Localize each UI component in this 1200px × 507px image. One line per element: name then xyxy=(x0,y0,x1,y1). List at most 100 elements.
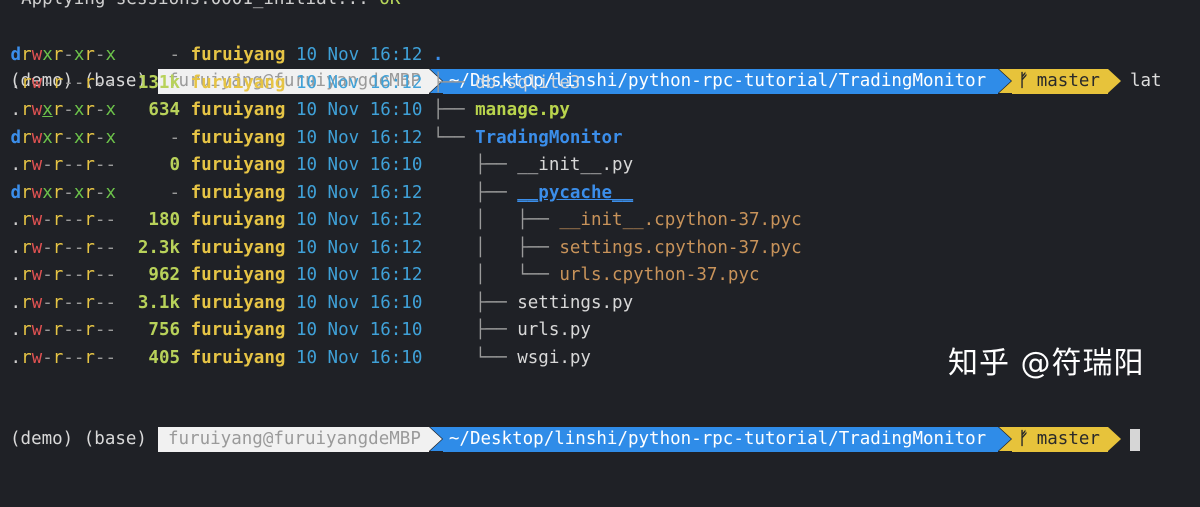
permissions: .rw-r--r-- xyxy=(10,265,117,285)
file-owner: furuiyang xyxy=(190,127,286,148)
modified-date: 10 Nov 16:12 xyxy=(295,72,423,93)
row-indent xyxy=(0,210,11,230)
listing-row: .rw-r--r-- 2.3k furuiyang 10 Nov 16:12 │ … xyxy=(0,235,1200,262)
permissions: .rwxr-xr-x xyxy=(10,100,117,120)
directory-name: TradingMonitor xyxy=(475,127,623,148)
row-indent xyxy=(0,348,11,368)
ok-status: OK xyxy=(379,0,400,9)
file-size: 634 xyxy=(148,100,181,120)
modified-date: 10 Nov 16:12 xyxy=(295,127,423,148)
modified-date: 10 Nov 16:12 xyxy=(295,237,423,258)
permissions: .rw-r--r-- xyxy=(10,155,117,175)
permissions: drwxr-xr-x xyxy=(10,127,117,148)
modified-date: 10 Nov 16:12 xyxy=(295,45,423,65)
permissions: .rw-r--r-- xyxy=(10,210,117,230)
row-indent xyxy=(0,45,11,65)
modified-date: 10 Nov 16:12 xyxy=(295,210,423,230)
file-owner: furuiyang xyxy=(190,347,286,368)
permissions: drwxr-xr-x xyxy=(10,182,117,203)
path-segment: ~/Desktop/linshi/python-rpc-tutorial/Tra… xyxy=(429,427,1012,452)
permissions: drwxr-xr-x xyxy=(10,45,117,65)
file-size: 756 xyxy=(148,320,181,340)
file-owner: furuiyang xyxy=(190,45,286,65)
file-name: db.sqlite3 xyxy=(475,72,581,93)
file-size: - xyxy=(169,182,181,203)
file-size: 405 xyxy=(148,347,181,368)
directory-name: . xyxy=(432,45,444,65)
modified-date: 10 Nov 16:10 xyxy=(295,100,423,120)
tree-branch: ├── xyxy=(432,72,476,93)
file-name: urls.cpython-37.pyc xyxy=(559,265,760,285)
file-size: 3.1k xyxy=(137,292,181,313)
listing-row: .rw-r--r-- 3.1k furuiyang 10 Nov 16:10 ├─… xyxy=(0,290,1200,317)
output-line-applying: Applying sessions.0001_initial... OK xyxy=(0,0,1200,13)
file-owner: furuiyang xyxy=(190,182,286,203)
tree-branch: ├── xyxy=(432,100,476,120)
listing-row: drwxr-xr-x - furuiyang 10 Nov 16:12 └── T… xyxy=(0,125,1200,152)
permissions: .rw-r--r-- xyxy=(10,72,117,93)
file-owner: furuiyang xyxy=(190,265,286,285)
file-owner: furuiyang xyxy=(190,155,286,175)
file-name: settings.py xyxy=(517,292,634,313)
file-size: 0 xyxy=(169,155,181,175)
modified-date: 10 Nov 16:10 xyxy=(295,320,423,340)
file-name: wsgi.py xyxy=(517,347,591,368)
listing-row: drwxr-xr-x - furuiyang 10 Nov 16:12 . xyxy=(0,42,1200,69)
modified-date: 10 Nov 16:10 xyxy=(295,347,423,368)
listing-row: .rw-r--r-- 180 furuiyang 10 Nov 16:12 │ ├… xyxy=(0,207,1200,234)
file-owner: furuiyang xyxy=(190,100,286,120)
listing-row: .rw-r--r-- 962 furuiyang 10 Nov 16:12 │ └… xyxy=(0,262,1200,289)
tree-branch: ├── xyxy=(432,320,518,340)
row-indent xyxy=(0,293,11,313)
tree-branch: └── xyxy=(432,127,476,148)
text-cursor[interactable] xyxy=(1129,428,1140,451)
file-size: - xyxy=(169,45,181,65)
file-size: 962 xyxy=(148,265,181,285)
modified-date: 10 Nov 16:12 xyxy=(295,182,423,203)
prompt-line-top: (demo) (base) furuiyang@furuiyangdeMBP ~… xyxy=(0,14,1200,94)
git-branch-icon: ᚠ xyxy=(1018,429,1029,449)
tree-branch: │ ├── xyxy=(432,237,560,258)
file-owner: furuiyang xyxy=(190,292,286,313)
row-indent xyxy=(0,265,11,285)
tree-branch: ├── xyxy=(432,155,518,175)
branch-name: master xyxy=(1036,429,1100,449)
file-size: 2.3k xyxy=(137,237,181,258)
modified-date: 10 Nov 16:10 xyxy=(295,155,423,175)
row-indent xyxy=(0,73,11,93)
tree-branch: ├── xyxy=(432,182,518,203)
file-name: __init__.cpython-37.pyc xyxy=(559,210,802,230)
zhihu-watermark: 知乎 @符瑞阳 xyxy=(948,346,1145,381)
directory-name: __pycache__ xyxy=(517,182,634,203)
file-size: 131k xyxy=(137,72,181,93)
applying-text: Applying sessions.0001_initial... xyxy=(0,0,379,9)
listing-row: .rwxr-xr-x 634 furuiyang 10 Nov 16:10 ├──… xyxy=(0,97,1200,124)
file-name: urls.py xyxy=(517,320,591,340)
terminal-window[interactable]: Applying sessions.0001_initial... OK (de… xyxy=(0,0,1200,452)
listing-row: drwxr-xr-x - furuiyang 10 Nov 16:12 ├── _… xyxy=(0,180,1200,207)
